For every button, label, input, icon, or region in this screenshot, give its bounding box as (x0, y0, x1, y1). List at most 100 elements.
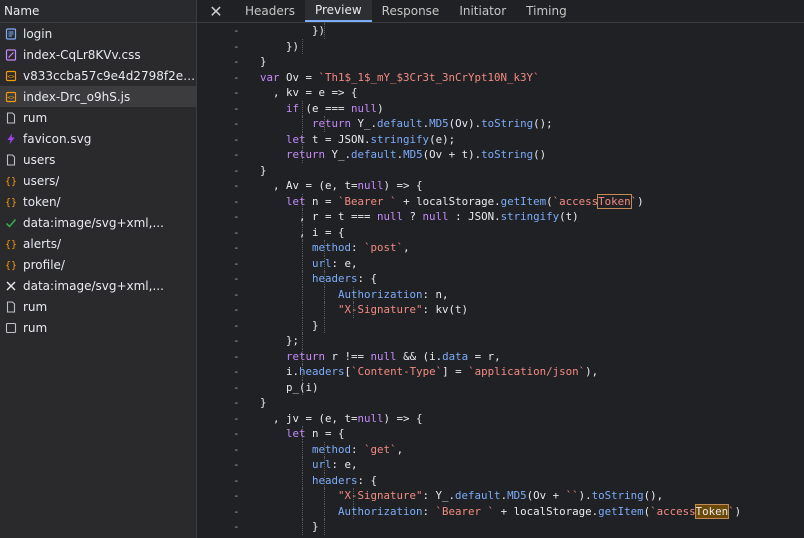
code-line: - Authorization: n, (197, 286, 804, 302)
fetch-icon: {} (4, 237, 18, 251)
code-token: url (312, 458, 332, 471)
line-marker: - (233, 70, 240, 84)
tab-timing[interactable]: Timing (516, 0, 577, 22)
code-token: } (312, 318, 319, 332)
line-marker: - (233, 458, 240, 471)
code-token: : e, (331, 458, 358, 471)
code-token: (), (643, 489, 664, 502)
request-name: data:image/svg+xml,... (23, 215, 164, 230)
code-text: i.headers[`Content-Type`] = `application… (260, 364, 598, 380)
code-token: Ov = (286, 70, 319, 84)
request-row[interactable]: {} profile/ (0, 254, 196, 275)
request-row[interactable]: {} token/ (0, 191, 196, 212)
code-text: headers: { (260, 271, 377, 287)
request-row[interactable]: <> index-Drc_o9hS.js (0, 86, 196, 107)
code-line: - "X-Signature": kv(t) (197, 302, 804, 318)
tab-headers[interactable]: Headers (235, 0, 305, 22)
code-token: : Y_. (422, 489, 456, 502)
request-row[interactable]: users (0, 149, 196, 170)
request-row[interactable]: {} alerts/ (0, 233, 196, 254)
code-token: default (455, 489, 501, 502)
svg-text:{}: {} (5, 260, 17, 271)
request-row[interactable]: rum (0, 317, 196, 338)
tab-response[interactable]: Response (372, 0, 450, 22)
code-token: ) (637, 194, 644, 208)
request-row[interactable]: login (0, 23, 196, 44)
line-marker: - (233, 349, 240, 363)
code-text: } (260, 519, 319, 535)
line-marker: - (233, 256, 240, 270)
code-token: `post` (364, 241, 404, 254)
code-token: stringify (370, 132, 430, 146)
code-line: - let n = `Bearer ` + localStorage.getIt… (197, 193, 804, 210)
code-text: method: `get`, (260, 442, 403, 458)
line-marker: - (233, 380, 240, 394)
line-marker: - (233, 179, 240, 192)
fetch-icon: {} (4, 195, 18, 209)
checkbox-icon (4, 321, 18, 335)
code-token: } (260, 55, 267, 68)
indent-guide (302, 38, 303, 54)
request-row[interactable]: favicon.svg (0, 128, 196, 149)
indent-guide (324, 519, 325, 535)
code-token: `` (565, 489, 579, 502)
close-icon[interactable]: ✕ (197, 0, 235, 22)
network-request-list: Name login index-CqLr8KVv.css <> v833ccba57… (0, 0, 197, 538)
tab-preview[interactable]: Preview (304, 0, 372, 22)
code-text: } (260, 318, 319, 334)
line-marker: - (233, 132, 240, 146)
request-name: token/ (23, 194, 61, 209)
code-line: - headers: { (197, 472, 804, 488)
request-row[interactable]: data:image/svg+xml,... (0, 275, 196, 296)
request-name: alerts/ (23, 236, 62, 251)
code-text: let n = { (260, 426, 345, 442)
script-icon: <> (4, 90, 18, 104)
preview-code-view[interactable]: - }) - }) -} - var Ov = `Th1$_1$_mY_$3Cr3t_3… (197, 23, 804, 538)
code-token: headers (312, 473, 358, 487)
cross-icon (4, 279, 18, 293)
line-marker: - (233, 427, 240, 440)
line-marker: - (233, 39, 240, 53)
line-marker: - (233, 411, 240, 425)
code-token: Y_. (331, 148, 352, 161)
code-text: let n = `Bearer ` + localStorage.getItem… (260, 193, 644, 210)
code-token: t = JSON. (312, 132, 371, 146)
request-row[interactable]: index-CqLr8KVv.css (0, 44, 196, 65)
file-icon (4, 300, 18, 314)
request-row[interactable]: rum (0, 107, 196, 128)
request-row[interactable]: data:image/svg+xml,... (0, 212, 196, 233)
request-row[interactable]: <> v833ccba57c9e4d2798f2e76c... (0, 65, 196, 86)
code-token: null (422, 210, 456, 223)
request-name: favicon.svg (23, 131, 92, 146)
tab-initiator[interactable]: Initiator (449, 0, 516, 22)
code-token: toString (481, 148, 534, 161)
code-token: Authorization (338, 504, 423, 518)
code-token: (); (533, 117, 553, 130)
code-text: return Y_.default.MD5(Ov + t).toString() (260, 147, 546, 163)
code-token: `access (552, 194, 599, 208)
code-token: Authorization (338, 287, 423, 301)
code-text: } (260, 395, 267, 411)
code-line: - if (e === null) (197, 100, 804, 116)
request-row[interactable]: {} users/ (0, 170, 196, 191)
request-row[interactable]: rum (0, 296, 196, 317)
code-token: null (357, 411, 384, 425)
name-column-header[interactable]: Name (0, 0, 196, 23)
svg-text:{}: {} (5, 197, 17, 208)
detail-tabs: ✕ Headers Preview Response Initiator Timing (197, 0, 804, 23)
line-marker: - (233, 520, 240, 533)
code-token: r !== (331, 349, 371, 363)
code-text: "X-Signature": kv(t) (260, 302, 468, 318)
code-token: } (312, 520, 319, 533)
code-token: } (260, 163, 267, 177)
code-token: ) => { (383, 411, 423, 425)
line-marker: - (233, 194, 240, 208)
code-line: - p_(i) (197, 379, 804, 395)
